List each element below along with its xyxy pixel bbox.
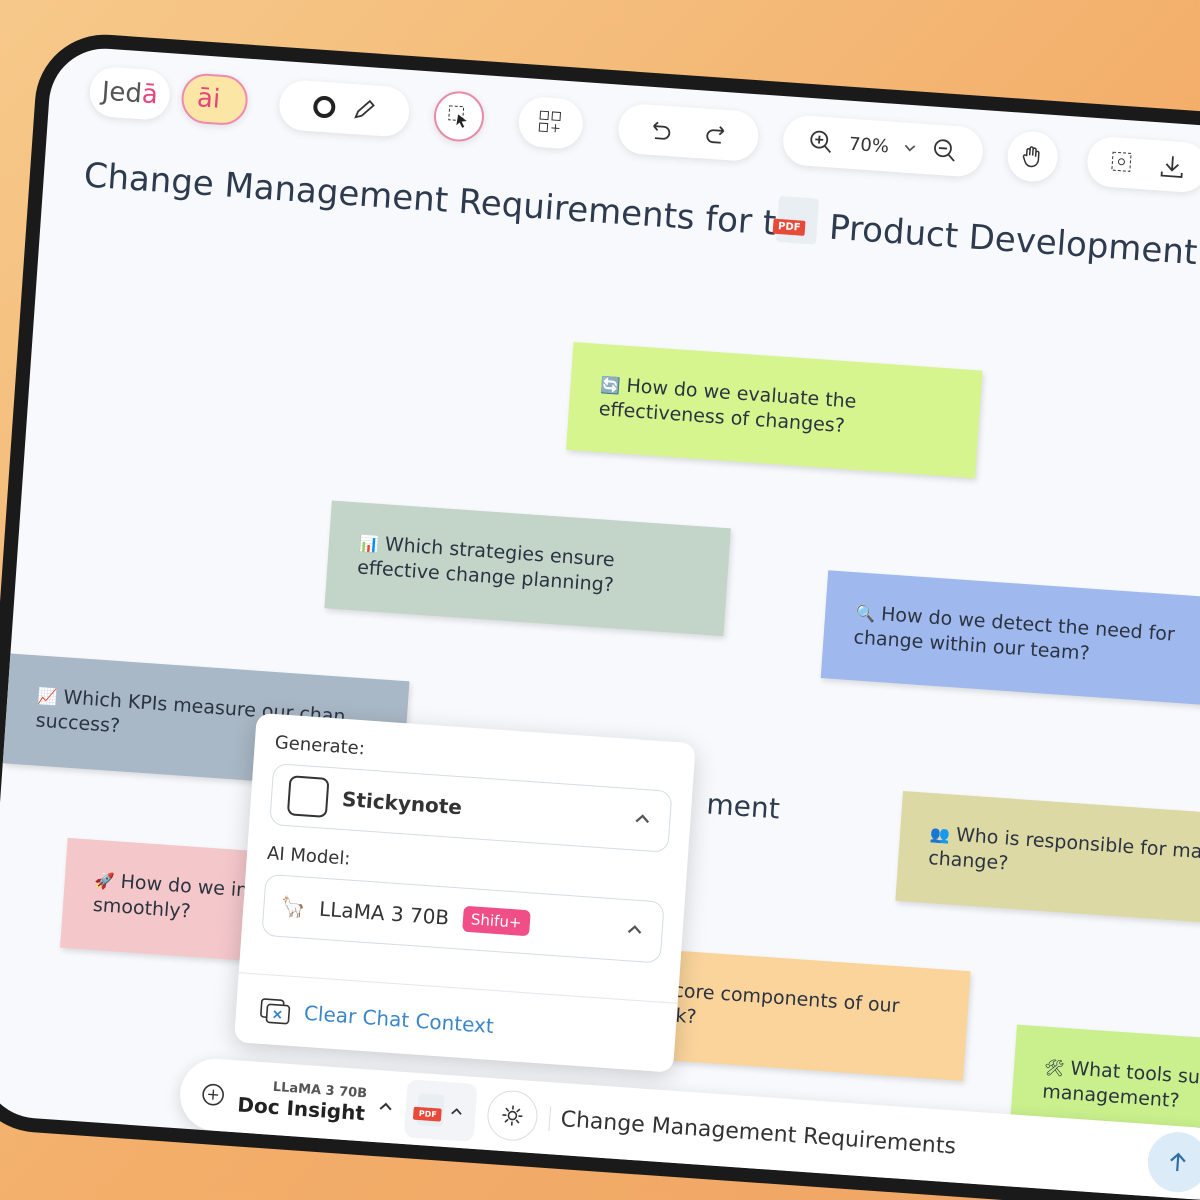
pan-tool-button[interactable] [1005, 129, 1060, 184]
sticky-note[interactable]: 📊 Which strategies ensure effective chang… [324, 500, 731, 637]
tools-icon: 🛠 [1043, 1057, 1066, 1078]
settings-button[interactable] [486, 1088, 540, 1143]
zoom-controls: 70% [781, 114, 985, 178]
circle-tool-icon[interactable] [309, 92, 339, 122]
stickynote-icon [286, 775, 330, 818]
select-tool-button[interactable] [432, 89, 486, 144]
export-controls [1085, 135, 1200, 194]
screenshot-icon[interactable] [1107, 148, 1137, 178]
logo[interactable]: Jedā [88, 65, 172, 122]
zoom-in-icon[interactable] [806, 127, 836, 157]
rocket-icon: 🚀 [94, 870, 116, 892]
app-screen: Jedā āi 70% Change Management Requiremen… [0, 44, 1200, 1200]
hand-icon [1022, 146, 1040, 168]
people-icon: 👥 [929, 824, 951, 845]
note-text: Who is responsible for mana change? [927, 823, 1200, 875]
draw-tools [277, 78, 411, 138]
pdf-file-icon[interactable]: PDF [772, 195, 820, 245]
chevron-down-icon[interactable] [902, 140, 917, 155]
grid-add-icon [538, 110, 562, 133]
chevron-up-icon [451, 1108, 463, 1115]
sticky-note[interactable]: 🔄 How do we evaluate the effectiveness of… [566, 341, 983, 479]
pencil-icon[interactable] [349, 95, 379, 125]
history-controls [616, 102, 761, 163]
clear-chat-icon [260, 997, 291, 1024]
pdf-tag: PDF [772, 218, 807, 236]
ai-label: āi [196, 83, 222, 115]
doc-insight-icon [202, 1083, 224, 1106]
undo-icon[interactable] [645, 116, 675, 146]
generate-value: Stickynote [341, 786, 463, 820]
download-icon[interactable] [1157, 151, 1187, 181]
chevron-up-icon [635, 814, 650, 824]
sticky-note[interactable]: 👥 Who is responsible for mana change? [895, 791, 1200, 926]
mode-selector[interactable]: LLaMA 3 70B Doc Insight [237, 1077, 368, 1125]
pdf-tag: PDF [413, 1106, 443, 1122]
cursor-select-icon [448, 105, 467, 128]
section-heading[interactable]: ment [705, 787, 780, 825]
sticky-note[interactable]: 🔍 How do we detect the need for change wi… [820, 570, 1200, 708]
redo-icon[interactable] [702, 120, 732, 150]
model-value: LLaMA 3 70B [318, 896, 450, 930]
logo-accent: ā [140, 79, 159, 111]
gear-icon [502, 1105, 523, 1126]
attached-pdf-button[interactable]: PDF [404, 1079, 478, 1142]
trend-chart-icon: 📈 [36, 686, 59, 707]
generate-popup: Generate: Stickynote AI Model: 🦙 LLaMA 3… [233, 712, 696, 1073]
zoom-out-icon[interactable] [930, 135, 960, 165]
pdf-file-icon: PDF [413, 1093, 446, 1127]
note-text: How do we evaluate the effectiveness of … [598, 374, 858, 437]
zoom-level[interactable]: 70% [848, 133, 889, 157]
chevron-up-icon [627, 925, 642, 934]
logo-text: Jed [100, 76, 143, 110]
note-text: How do we detect the need for change wit… [852, 603, 1176, 665]
chevron-down-icon [232, 95, 233, 107]
plan-badge: Shifu+ [462, 905, 531, 937]
bar-chart-icon: 📊 [358, 533, 380, 554]
ai-menu-button[interactable]: āi [179, 72, 250, 127]
insert-shapes-button[interactable] [517, 95, 585, 151]
chevron-up-icon[interactable] [378, 1098, 395, 1115]
note-text: What tools sup management? [1041, 1057, 1200, 1112]
magnifier-icon: 🔍 [854, 603, 876, 624]
arrow-up-icon [1170, 1152, 1186, 1172]
note-text: How do we imp smoothly? [92, 870, 268, 923]
clear-chat-label: Clear Chat Context [303, 1000, 495, 1038]
clear-chat-button[interactable]: Clear Chat Context [233, 972, 678, 1073]
note-text: Which strategies ensure effective change… [356, 533, 616, 597]
refresh-icon: 🔄 [599, 374, 622, 396]
send-button[interactable] [1145, 1130, 1200, 1195]
tablet-frame: Jedā āi 70% Change Management Requiremen… [0, 30, 1200, 1200]
llama-icon: 🦙 [279, 893, 307, 920]
